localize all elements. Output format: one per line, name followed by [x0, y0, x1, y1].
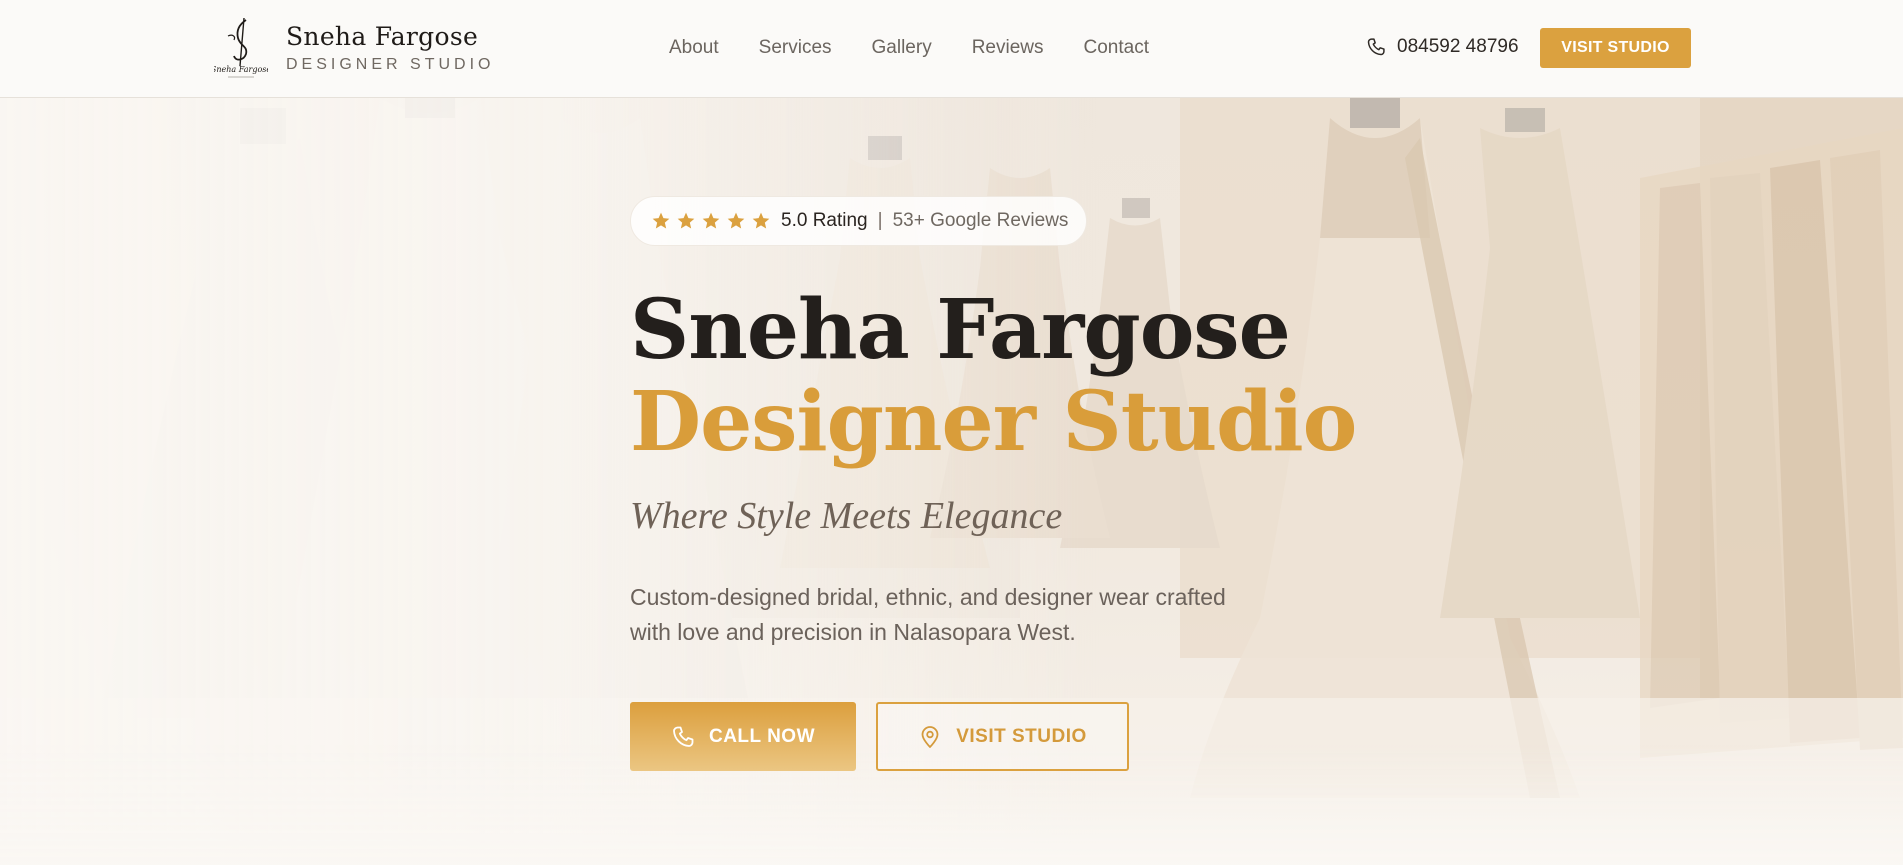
nav-contact[interactable]: Contact [1084, 37, 1149, 59]
rating-review-count: 53+ Google Reviews [892, 210, 1069, 231]
star-icon [652, 212, 670, 229]
nav-reviews[interactable]: Reviews [972, 37, 1044, 59]
signature-logo-icon: Sneha Fargose [214, 17, 268, 78]
nav-gallery[interactable]: Gallery [872, 37, 932, 59]
visit-studio-button[interactable]: VISIT STUDIO [876, 702, 1129, 771]
rating-value: 5.0 Rating [781, 210, 868, 231]
call-now-label: CALL NOW [708, 725, 816, 747]
hero-tagline: Where Style Meets Elegance [630, 495, 1063, 537]
star-icon [677, 212, 695, 229]
header-phone-link[interactable]: 084592 48796 [1366, 36, 1519, 58]
header-phone-number: 084592 48796 [1397, 36, 1519, 57]
hero-title-line2: Designer Studio [630, 374, 1357, 470]
main-nav: About Services Gallery Reviews Contact [669, 37, 1149, 59]
nav-about[interactable]: About [669, 37, 719, 59]
hero-content: 5.0 Rating | 53+ Google Reviews Sneha Fa… [630, 196, 1390, 771]
hero-title-line1: Sneha Fargose [630, 282, 1291, 378]
star-icon [752, 212, 770, 229]
brand-subtitle: DESIGNER STUDIO [286, 56, 495, 73]
site-header: Sneha Fargose Sneha Fargose DESIGNER STU… [0, 0, 1903, 98]
svg-text:Sneha Fargose: Sneha Fargose [214, 65, 268, 74]
hero-actions: CALL NOW VISIT STUDIO [630, 702, 1390, 771]
hero-description: Custom-designed bridal, ethnic, and desi… [630, 584, 1226, 645]
star-icon [727, 212, 745, 229]
brand-name: Sneha Fargose [286, 22, 479, 51]
visit-studio-label: VISIT STUDIO [956, 725, 1087, 747]
rating-separator: | [877, 210, 883, 231]
nav-services[interactable]: Services [759, 37, 832, 59]
header-visit-studio-button[interactable]: VISIT STUDIO [1540, 28, 1691, 68]
phone-icon [1367, 38, 1385, 56]
phone-icon [673, 726, 694, 747]
star-icon [702, 212, 720, 229]
brand-logo-link[interactable]: Sneha Fargose Sneha Fargose DESIGNER STU… [214, 16, 494, 80]
rating-badge: 5.0 Rating | 53+ Google Reviews [630, 196, 1088, 246]
call-now-button[interactable]: CALL NOW [630, 702, 856, 771]
rating-stars [651, 211, 771, 231]
map-pin-icon [921, 725, 939, 748]
